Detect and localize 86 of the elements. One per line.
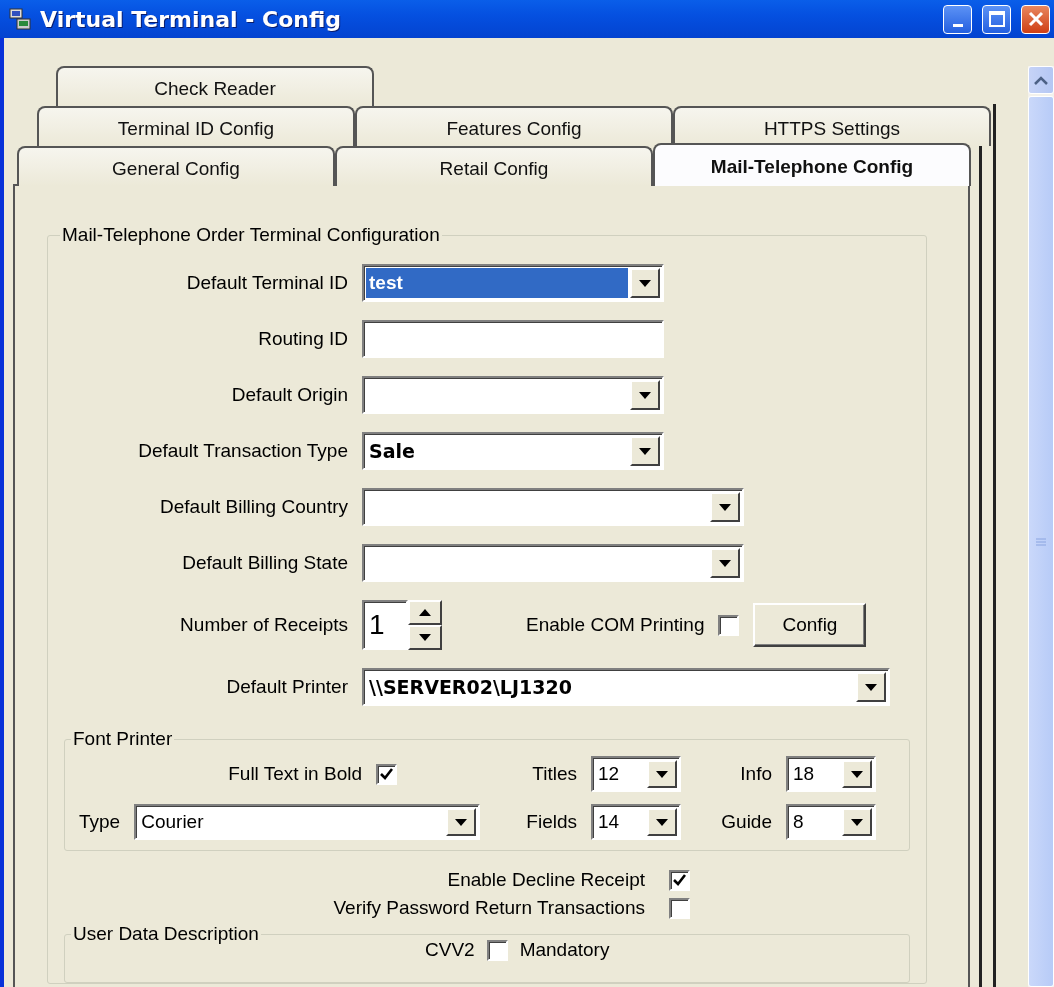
tab[interactable]: Mail-Telephone Config bbox=[653, 143, 971, 186]
field-label: Default Origin bbox=[231, 384, 348, 406]
up-arrow-icon bbox=[419, 609, 431, 616]
checkbox-label: Enable Decline Receipt bbox=[447, 869, 645, 891]
down-arrow-icon bbox=[639, 279, 651, 287]
field-label: Default Terminal ID bbox=[186, 272, 348, 294]
config-button[interactable]: Config bbox=[753, 603, 867, 647]
dropdown-button[interactable] bbox=[647, 760, 677, 788]
maximize-button[interactable] bbox=[982, 4, 1011, 34]
maximize-icon bbox=[988, 11, 1005, 27]
field-label: Guide bbox=[721, 811, 772, 833]
down-arrow-icon bbox=[639, 391, 651, 399]
tab[interactable]: Check Reader bbox=[56, 66, 374, 106]
down-arrow-icon bbox=[656, 770, 668, 778]
dropdown[interactable]: 14 bbox=[591, 804, 681, 840]
field-label: Default Printer bbox=[226, 676, 348, 698]
grip-icon bbox=[1036, 536, 1046, 547]
spin-up-button[interactable] bbox=[408, 600, 442, 625]
dropdown-button[interactable] bbox=[856, 672, 886, 702]
dropdown-button[interactable] bbox=[630, 268, 660, 298]
down-arrow-icon bbox=[851, 818, 863, 826]
dropdown[interactable] bbox=[362, 544, 744, 582]
spin-down-button[interactable] bbox=[408, 625, 442, 650]
dropdown[interactable]: test bbox=[362, 264, 664, 302]
down-arrow-icon bbox=[455, 818, 468, 826]
down-arrow-icon bbox=[865, 683, 877, 691]
dropdown-button[interactable] bbox=[446, 808, 477, 836]
close-icon bbox=[1027, 11, 1044, 27]
checkbox-label: Full Text in Bold bbox=[228, 763, 362, 785]
tab[interactable]: General Config bbox=[17, 146, 335, 186]
down-arrow-icon bbox=[719, 559, 731, 567]
tab[interactable]: Terminal ID Config bbox=[37, 106, 355, 146]
field-label: Default Billing State bbox=[182, 552, 348, 574]
down-arrow-icon bbox=[656, 818, 668, 826]
dropdown[interactable]: 18 bbox=[786, 756, 876, 792]
tab[interactable]: HTTPS Settings bbox=[673, 106, 991, 146]
down-arrow-icon bbox=[719, 503, 731, 511]
dropdown[interactable]: Courier bbox=[134, 804, 481, 840]
tab[interactable]: Retail Config bbox=[335, 146, 653, 186]
check-icon bbox=[380, 768, 393, 780]
tab[interactable]: Features Config bbox=[355, 106, 673, 146]
window-title: Virtual Terminal - Config bbox=[40, 6, 343, 32]
checkbox[interactable] bbox=[718, 614, 740, 636]
down-arrow-icon bbox=[851, 770, 863, 778]
checkbox[interactable] bbox=[669, 897, 690, 919]
minimize-button[interactable] bbox=[943, 4, 972, 34]
dropdown[interactable]: 8 bbox=[786, 804, 876, 840]
group-title: Font Printer bbox=[72, 728, 174, 750]
dropdown[interactable]: \\SERVER02\LJ1320 bbox=[362, 668, 890, 706]
check-icon bbox=[673, 874, 686, 886]
field-label: Default Transaction Type bbox=[138, 440, 348, 462]
group-title: Mail-Telephone Order Terminal Configuration bbox=[61, 224, 441, 246]
close-button[interactable] bbox=[1021, 4, 1050, 34]
down-arrow-icon bbox=[639, 447, 651, 455]
dropdown-button[interactable] bbox=[710, 548, 740, 578]
dropdown[interactable]: 12 bbox=[591, 756, 681, 792]
down-arrow-icon bbox=[419, 634, 431, 641]
field-label: Default Billing Country bbox=[160, 496, 348, 518]
dropdown-button[interactable] bbox=[630, 380, 660, 410]
checkbox[interactable] bbox=[669, 869, 690, 891]
group-title: User Data Description bbox=[72, 923, 260, 945]
field-label: Routing ID bbox=[258, 328, 348, 350]
field-label: Type bbox=[79, 811, 121, 833]
checkbox-label: Mandatory bbox=[519, 939, 610, 961]
checkbox[interactable] bbox=[376, 763, 397, 785]
number-field[interactable]: 1 bbox=[362, 600, 408, 650]
dropdown[interactable] bbox=[362, 488, 744, 526]
scroll-up-button[interactable] bbox=[1028, 66, 1054, 94]
field-label: Titles bbox=[532, 763, 577, 785]
dropdown-button[interactable] bbox=[842, 760, 872, 788]
dropdown-button[interactable] bbox=[630, 436, 660, 466]
checkbox[interactable] bbox=[486, 939, 508, 961]
checkbox-label: Verify Password Return Transactions bbox=[333, 897, 645, 919]
dropdown-button[interactable] bbox=[647, 808, 677, 836]
field-label: Fields bbox=[526, 811, 577, 833]
field-label: Enable COM Printing bbox=[526, 614, 705, 636]
computer-icon bbox=[8, 7, 32, 31]
dropdown[interactable]: Sale bbox=[362, 432, 664, 470]
dropdown[interactable] bbox=[362, 376, 664, 414]
dropdown-button[interactable] bbox=[842, 808, 872, 836]
field-label: Info bbox=[740, 763, 772, 785]
field-label: Number of Receipts bbox=[180, 614, 348, 636]
input-field[interactable] bbox=[362, 320, 664, 358]
dropdown-button[interactable] bbox=[710, 492, 740, 522]
minimize-icon bbox=[952, 23, 963, 27]
checkbox-label: CVV2 bbox=[425, 939, 475, 961]
